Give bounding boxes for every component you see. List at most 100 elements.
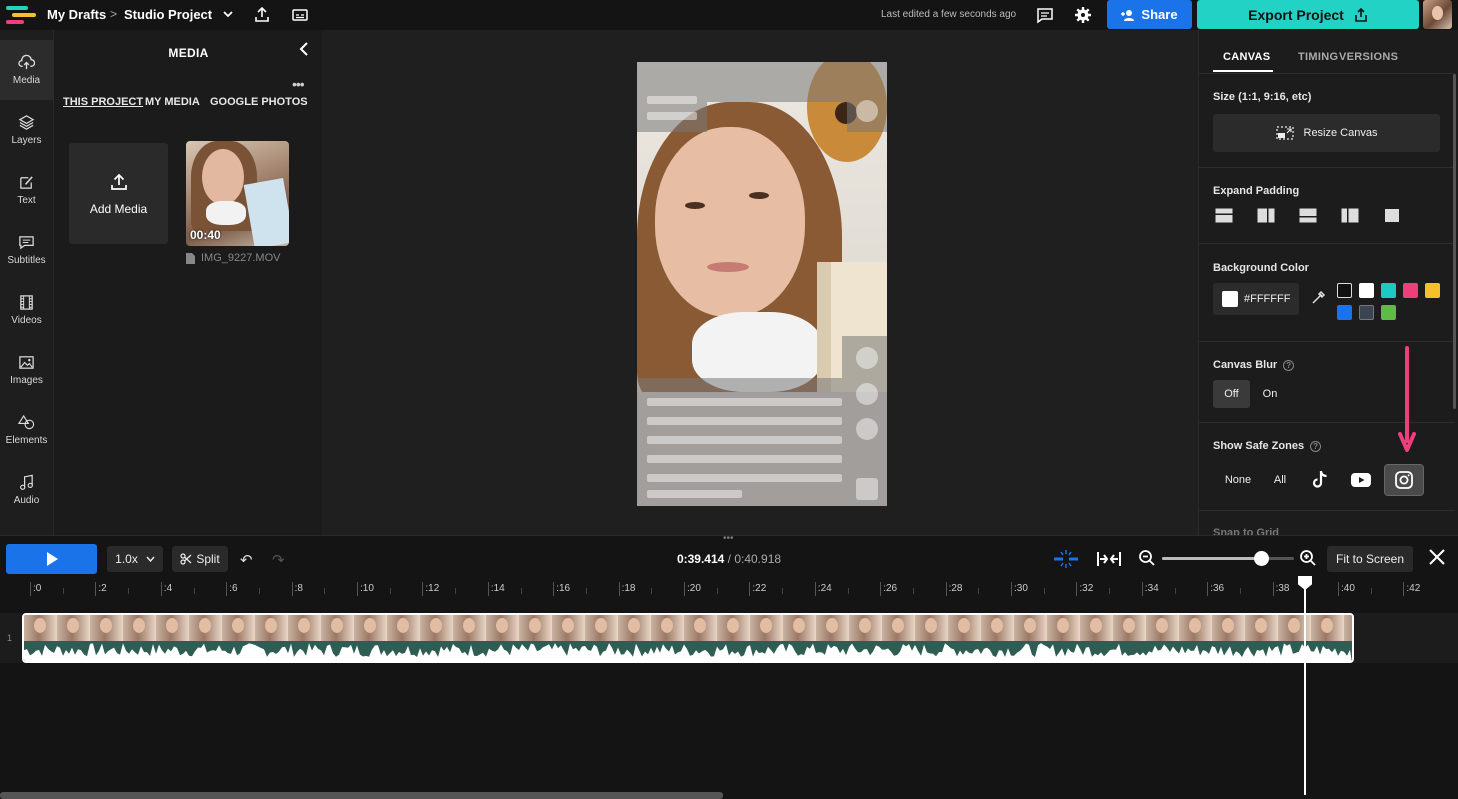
- help-icon[interactable]: ?: [1283, 359, 1295, 371]
- swatch-teal[interactable]: [1381, 283, 1396, 298]
- settings-gear-icon[interactable]: [1074, 6, 1092, 24]
- film-icon: [20, 295, 33, 310]
- clip-frame: [1311, 615, 1344, 641]
- share-button[interactable]: Share: [1107, 0, 1192, 29]
- clip-frame: [156, 615, 189, 641]
- rail-item-audio[interactable]: Audio: [0, 460, 53, 520]
- snap-to-grid-label: Snap to Grid: [1213, 527, 1279, 535]
- tiktok-icon: [1312, 470, 1327, 488]
- app-logo[interactable]: [6, 5, 36, 25]
- clip-frame: [123, 615, 156, 641]
- ruler-tick: :4: [160, 582, 172, 596]
- media-thumbnail[interactable]: 00:40: [186, 141, 289, 246]
- video-canvas[interactable]: [637, 62, 887, 506]
- close-icon[interactable]: [1428, 548, 1446, 566]
- blur-off-button[interactable]: Off: [1213, 380, 1250, 408]
- tab-my-media[interactable]: MY MEDIA: [145, 96, 200, 108]
- more-options-icon[interactable]: •••: [292, 76, 305, 92]
- zoom-slider-handle[interactable]: [1254, 551, 1269, 566]
- tab-timing[interactable]: TIMING: [1298, 51, 1338, 63]
- ruler-tick: :22: [749, 582, 766, 596]
- comments-icon[interactable]: [1036, 6, 1054, 24]
- video-editor-app: My Drafts > Studio Project Last edited a…: [0, 0, 1458, 799]
- clip-frame: [453, 615, 486, 641]
- clip-frame: [420, 615, 453, 641]
- safe-zone-all[interactable]: All: [1263, 464, 1297, 496]
- ruler-tick: :8: [291, 582, 303, 596]
- fit-to-screen-button[interactable]: Fit to Screen: [1327, 546, 1413, 572]
- rail-item-images[interactable]: Images: [0, 340, 53, 400]
- safe-zone-none[interactable]: None: [1215, 464, 1261, 496]
- ruler-tick: :16: [553, 582, 570, 596]
- padding-right-icon[interactable]: [1257, 208, 1275, 223]
- timeline-panel: ••• 1.0x Split ↶ ↷ 0:39.414 / 0:40.918 F…: [0, 533, 1458, 799]
- project-title[interactable]: Studio Project: [124, 7, 212, 22]
- tab-canvas[interactable]: CANVAS: [1223, 51, 1270, 63]
- rail-item-text[interactable]: Text: [0, 160, 53, 220]
- safe-zone-youtube[interactable]: [1344, 464, 1378, 496]
- shapes-icon: [18, 414, 35, 430]
- upload-icon[interactable]: [253, 6, 271, 24]
- timeline-ruler[interactable]: :0:2:4:6:8:10:12:14:16:18:20:22:24:26:28…: [22, 578, 1458, 600]
- padding-top-icon[interactable]: [1215, 208, 1233, 223]
- video-clip[interactable]: [22, 613, 1354, 663]
- swatch-green[interactable]: [1381, 305, 1396, 320]
- ruler-minor-tick: [1109, 588, 1111, 594]
- breadcrumb-root[interactable]: My Drafts: [47, 7, 106, 22]
- swatch-black[interactable]: [1337, 283, 1352, 298]
- background-color-label: Background Color: [1213, 262, 1309, 274]
- resize-canvas-button[interactable]: Resize Canvas: [1213, 114, 1440, 152]
- rail-item-videos[interactable]: Videos: [0, 280, 53, 340]
- zoom-slider[interactable]: [1162, 551, 1294, 566]
- chevron-down-icon[interactable]: [222, 8, 234, 20]
- export-project-button[interactable]: Export Project: [1197, 0, 1419, 29]
- tab-google-photos[interactable]: GOOGLE PHOTOS: [210, 96, 308, 108]
- user-avatar[interactable]: [1423, 0, 1452, 29]
- ruler-tick: :34: [1141, 582, 1159, 596]
- snap-magnet-icon[interactable]: [1053, 549, 1079, 569]
- timeline-scrollbar[interactable]: [0, 792, 723, 799]
- rail-item-media[interactable]: Media: [0, 40, 53, 100]
- eyedropper-icon[interactable]: [1310, 290, 1326, 306]
- captions-icon[interactable]: [291, 6, 309, 24]
- last-edited-status: Last edited a few seconds ago: [881, 9, 1017, 20]
- rail-item-layers[interactable]: Layers: [0, 100, 53, 160]
- share-label: Share: [1141, 7, 1178, 22]
- rail-item-subtitles[interactable]: Subtitles: [0, 220, 53, 280]
- add-media-button[interactable]: Add Media: [69, 143, 168, 244]
- padding-bottom-icon[interactable]: [1299, 208, 1317, 223]
- tab-versions[interactable]: VERSIONS: [1339, 51, 1398, 63]
- rail-label-videos: Videos: [11, 315, 42, 326]
- ruler-tick: :12: [422, 582, 439, 596]
- clip-frame: [1179, 615, 1212, 641]
- playhead[interactable]: [1304, 580, 1306, 795]
- clip-frame: [882, 615, 915, 641]
- swatch-blue[interactable]: [1337, 305, 1352, 320]
- chevron-left-icon[interactable]: [298, 42, 310, 56]
- media-panel: MEDIA ••• THIS PROJECT MY MEDIA GOOGLE P…: [53, 30, 371, 535]
- swatch-white[interactable]: [1359, 283, 1374, 298]
- safe-zone-instagram[interactable]: [1384, 464, 1424, 496]
- clip-frame: [1113, 615, 1146, 641]
- safe-zone-tiktok[interactable]: [1303, 464, 1337, 496]
- tab-this-project[interactable]: THIS PROJECT: [63, 96, 143, 108]
- fit-clips-icon[interactable]: [1096, 549, 1122, 569]
- padding-left-icon[interactable]: [1341, 208, 1359, 223]
- padding-all-icon[interactable]: [1383, 208, 1401, 223]
- clip-frame: [585, 615, 618, 641]
- panel-scrollbar[interactable]: [1453, 74, 1456, 409]
- swatch-yellow[interactable]: [1425, 283, 1440, 298]
- swatch-pink[interactable]: [1403, 283, 1418, 298]
- upload-icon: [110, 173, 127, 190]
- rail-item-elements[interactable]: Elements: [0, 400, 53, 460]
- zoom-in-icon[interactable]: [1299, 549, 1317, 567]
- timeline-resize-handle[interactable]: •••: [723, 533, 734, 544]
- zoom-out-icon[interactable]: [1138, 549, 1156, 567]
- ruler-minor-tick: [585, 588, 587, 594]
- swatch-slate[interactable]: [1359, 305, 1374, 320]
- ruler-minor-tick: [1239, 588, 1241, 594]
- blur-on-button[interactable]: On: [1253, 380, 1287, 408]
- help-icon[interactable]: ?: [1310, 440, 1322, 452]
- clip-frame: [1080, 615, 1113, 641]
- background-color-input[interactable]: #FFFFFF: [1213, 283, 1299, 315]
